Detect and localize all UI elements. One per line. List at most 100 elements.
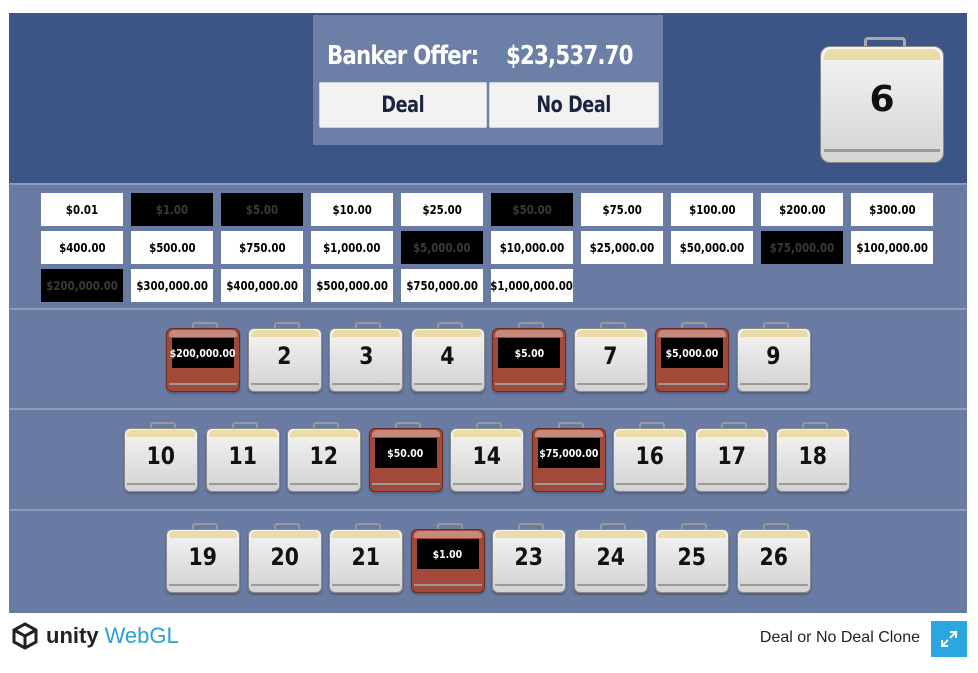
player-case[interactable]: 6	[820, 37, 944, 163]
case-amount: $5,000.00	[661, 338, 723, 368]
briefcase[interactable]: 23	[492, 523, 566, 593]
prize-value-text: $50,000.00	[679, 240, 745, 255]
fullscreen-button[interactable]	[931, 621, 967, 657]
game-title: Deal or No Deal Clone	[759, 629, 920, 646]
case-number-text: 2	[277, 342, 292, 370]
briefcase[interactable]: 11	[205, 422, 280, 492]
briefcase[interactable]: 24	[573, 523, 648, 593]
case-amount: $5.00	[498, 338, 560, 368]
case-number-text: 18	[798, 442, 828, 470]
prize-value-text: $10.00	[332, 202, 372, 217]
prize-value: $300.00	[851, 193, 933, 226]
prize-value: $50.00	[491, 193, 573, 226]
prize-value: $500.00	[131, 231, 213, 264]
case-number-text: 3	[358, 342, 374, 370]
prize-value: $750,000.00	[401, 269, 483, 302]
case-number: 19	[166, 543, 240, 571]
prize-value-text: $300,000.00	[136, 278, 208, 293]
prize-value-text: $5,000.00	[413, 240, 471, 255]
prize-value: $10,000.00	[491, 231, 573, 264]
briefcase[interactable]: 17	[694, 422, 769, 492]
prize-value-text: $75.00	[602, 202, 642, 217]
opened-case: $5.00	[492, 322, 566, 392]
prize-value: $75,000.00	[761, 231, 843, 264]
case-number: 18	[776, 442, 850, 470]
deal-button[interactable]: Deal	[319, 82, 487, 128]
banker-offer-label: Banker Offer:	[327, 41, 479, 71]
no-deal-button[interactable]: No Deal	[489, 82, 659, 128]
game-canvas[interactable]: Banker Offer: $23,537.70 Deal No Deal 6 …	[9, 13, 967, 613]
prize-value: $750.00	[221, 231, 303, 264]
case-number-text: 26	[759, 543, 788, 571]
webgl-footer: unity WebGL Deal or No Deal Clone	[0, 613, 978, 673]
briefcase[interactable]: 26	[736, 523, 811, 593]
case-number: 16	[613, 442, 687, 470]
case-number: 20	[248, 543, 322, 571]
case-amount-text: $1.00	[432, 547, 463, 561]
case-number-text: 11	[228, 442, 257, 470]
opened-case: $1.00	[410, 523, 485, 593]
case-number: 17	[695, 442, 769, 470]
case-number: 12	[287, 442, 361, 470]
briefcase[interactable]: 16	[613, 422, 687, 492]
case-amount-text: $5.00	[514, 346, 544, 360]
prize-value: $300,000.00	[131, 269, 213, 302]
briefcase[interactable]: 7	[573, 322, 648, 392]
prize-value: $100,000.00	[851, 231, 933, 264]
top-panel: Banker Offer: $23,537.70 Deal No Deal 6	[9, 13, 967, 183]
prize-value: $200,000.00	[41, 269, 123, 302]
prize-value-text: $750,000.00	[406, 278, 478, 293]
prize-value: $1.00	[131, 193, 213, 226]
briefcase[interactable]: 2	[247, 322, 322, 392]
briefcase[interactable]: 18	[776, 422, 850, 492]
prize-value-text: $100.00	[688, 202, 736, 217]
case-number-text: 25	[677, 543, 707, 571]
case-number-text: 7	[603, 342, 618, 370]
briefcase[interactable]: 9	[736, 322, 811, 392]
briefcase[interactable]: 10	[124, 422, 198, 492]
prize-value-text: $25,000.00	[589, 240, 655, 255]
prize-value-text: $1,000,000.00	[490, 278, 574, 293]
prize-value-text: $400.00	[58, 240, 106, 255]
briefcase[interactable]: 14	[450, 422, 524, 492]
player-case-number: 6	[869, 79, 895, 120]
case-number-text: 23	[514, 543, 544, 571]
no-deal-button-label: No Deal	[536, 92, 612, 118]
prize-value-text: $1,000.00	[323, 240, 381, 255]
case-number: 9	[737, 342, 811, 370]
briefcase[interactable]: 12	[287, 422, 361, 492]
prize-value: $5.00	[221, 193, 303, 226]
deal-button-label: Deal	[381, 92, 425, 118]
briefcase[interactable]: 21	[329, 523, 403, 593]
opened-case: $200,000.00	[166, 322, 240, 392]
briefcase[interactable]: 4	[410, 322, 485, 392]
case-amount-text: $75,000.00	[538, 446, 599, 460]
case-number-text: 16	[635, 442, 665, 470]
prize-value: $200.00	[761, 193, 843, 226]
case-number: 3	[329, 342, 403, 370]
banker-offer-value: $23,537.70	[506, 41, 633, 71]
briefcase[interactable]: 19	[166, 523, 240, 593]
webgl-wordmark: WebGL	[104, 623, 179, 648]
case-number: 2	[248, 342, 322, 370]
briefcase[interactable]: 3	[329, 322, 403, 392]
case-number: 25	[655, 543, 729, 571]
briefcase[interactable]: 25	[655, 523, 729, 593]
briefcase[interactable]: 20	[247, 523, 322, 593]
prize-value-text: $400,000.00	[226, 278, 298, 293]
prize-value-text: $750.00	[238, 240, 286, 255]
case-amount-text: $50.00	[387, 446, 424, 460]
case-number: 23	[492, 543, 566, 571]
case-number: 4	[411, 342, 485, 370]
prize-value-text: $100,000.00	[856, 240, 928, 255]
prize-value-text: $1.00	[155, 202, 189, 217]
prize-value: $10.00	[311, 193, 393, 226]
case-number-text: 14	[472, 442, 502, 470]
prize-value: $25.00	[401, 193, 483, 226]
prize-value: $1,000.00	[311, 231, 393, 264]
case-number-text: 19	[188, 543, 218, 571]
prize-value: $0.01	[41, 193, 123, 226]
case-number: 14	[450, 442, 524, 470]
prize-value: $400,000.00	[221, 269, 303, 302]
unity-cube-icon	[12, 622, 38, 650]
